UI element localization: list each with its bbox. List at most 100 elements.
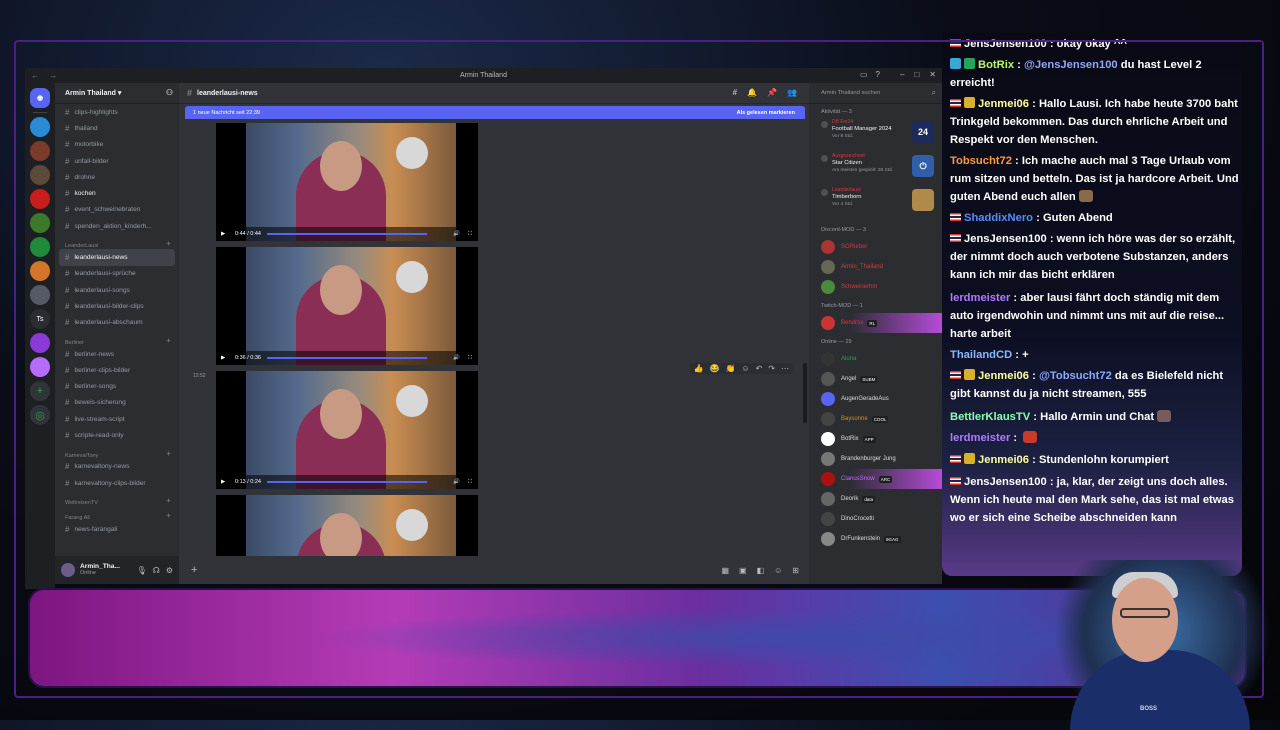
add-channel-icon[interactable]: +: [166, 449, 171, 458]
gift-icon[interactable]: ▦: [721, 566, 729, 575]
add-attachment-icon[interactable]: +: [191, 564, 197, 576]
channel-item[interactable]: # event_schweinebraten: [55, 202, 179, 218]
fullscreen-icon[interactable]: ⛶: [468, 355, 472, 362]
channel-item[interactable]: # spenden_aktion_kinderh...: [55, 218, 179, 234]
channel-item[interactable]: # berliner-news: [55, 346, 179, 362]
server-icon[interactable]: [30, 213, 50, 233]
channel-item[interactable]: # leanderlausi-sprüche: [55, 266, 179, 282]
add-reaction-icon[interactable]: ☺: [741, 364, 749, 373]
settings-gear-icon[interactable]: ⚙: [166, 566, 173, 575]
channel-item[interactable]: # karnevaltony-clips-bilder: [55, 475, 179, 491]
reaction-thumbsup-icon[interactable]: 👍: [694, 364, 704, 373]
progress-bar[interactable]: [267, 357, 427, 359]
notification-bell-icon[interactable]: 🔔: [747, 88, 757, 97]
member-item[interactable]: Baysonne COOL: [809, 409, 942, 429]
reply-icon[interactable]: ↶: [756, 364, 763, 373]
progress-bar[interactable]: [267, 233, 427, 235]
search-input[interactable]: Armin Thailand suchen ⌕: [809, 83, 942, 103]
minimize-button[interactable]: –: [900, 70, 904, 79]
add-channel-icon[interactable]: +: [166, 511, 171, 520]
server-icon[interactable]: [30, 333, 50, 353]
server-icon[interactable]: [30, 261, 50, 281]
sticker-icon[interactable]: ◧: [757, 566, 765, 575]
channel-item[interactable]: # leanderlausi-news: [59, 249, 175, 266]
member-item[interactable]: Bendrox RL: [809, 313, 942, 333]
avatar[interactable]: [61, 563, 75, 577]
maximize-button[interactable]: □: [914, 70, 919, 79]
channel-item[interactable]: # scripte-read-only: [55, 427, 179, 443]
server-icon[interactable]: Ts: [30, 309, 50, 329]
mark-read-button[interactable]: Als gelesen markieren: [737, 110, 795, 116]
server-icon[interactable]: [30, 357, 50, 377]
play-icon[interactable]: ▶: [221, 355, 229, 361]
scrollbar[interactable]: [803, 363, 807, 423]
add-channel-icon[interactable]: +: [166, 239, 171, 248]
help-icon[interactable]: ?: [876, 70, 880, 79]
member-item[interactable]: Schweinerhm: [809, 277, 942, 297]
server-header[interactable]: Armin Thailand ▾ ⚇: [55, 83, 179, 103]
server-icon[interactable]: [30, 141, 50, 161]
fullscreen-icon[interactable]: ⛶: [468, 479, 472, 486]
member-item[interactable]: Deorik data: [809, 489, 942, 509]
channel-category[interactable]: Farang All +: [55, 506, 179, 521]
reaction-laugh-icon[interactable]: 😂: [709, 364, 719, 373]
member-item[interactable]: SGRiebel: [809, 237, 942, 257]
gif-icon[interactable]: ▣: [739, 566, 747, 575]
channel-item[interactable]: # unfall-bilder: [55, 153, 179, 169]
member-item[interactable]: Angel SUBM: [809, 369, 942, 389]
member-item[interactable]: BotRix APP: [809, 429, 942, 449]
inbox-icon[interactable]: ▭: [860, 70, 868, 79]
channel-category[interactable]: Berliner +: [55, 331, 179, 346]
add-member-icon[interactable]: ⚇: [166, 88, 173, 97]
member-item[interactable]: Brandenburger Jung: [809, 449, 942, 469]
forward-icon[interactable]: ↷: [768, 364, 775, 373]
channel-item[interactable]: # thailand: [55, 120, 179, 136]
channel-item[interactable]: # drohne: [55, 169, 179, 185]
server-icon[interactable]: [30, 285, 50, 305]
add-channel-icon[interactable]: +: [166, 336, 171, 345]
channel-category[interactable]: LeanderLausi +: [55, 234, 179, 249]
channel-item[interactable]: # live-stream-script: [55, 411, 179, 427]
play-icon[interactable]: ▶: [221, 231, 229, 237]
channel-item[interactable]: # clips-highlights: [55, 104, 179, 120]
channel-category[interactable]: KarnevalTony +: [55, 444, 179, 459]
member-item[interactable]: AugenGeradeAus: [809, 389, 942, 409]
channel-item[interactable]: # berliner-clips-bilder: [55, 362, 179, 378]
server-icon[interactable]: [30, 237, 50, 257]
video-attachment[interactable]: ▶ 0:36 / 0:36 🔊 ⛶: [216, 247, 478, 365]
activity-card[interactable]: Ausgezeichnet Star Citizen Am meisten gesp…: [809, 153, 942, 187]
channel-item[interactable]: # beweis-sicherung: [55, 395, 179, 411]
pin-icon[interactable]: 📌: [767, 88, 777, 97]
headset-icon[interactable]: ☊: [153, 566, 160, 575]
channel-item[interactable]: # karnevaltony-news: [55, 459, 179, 475]
discord-home-icon[interactable]: ◉: [30, 88, 50, 108]
channel-item[interactable]: # kochen: [55, 185, 179, 201]
channel-category[interactable]: WeltreisenTV +: [55, 491, 179, 506]
new-messages-bar[interactable]: 1 neue Nachricht seit 22:39 Als gelesen …: [185, 106, 805, 119]
history-nav[interactable]: ← →: [31, 71, 61, 80]
member-item[interactable]: Aluna: [809, 349, 942, 369]
reaction-clap-icon[interactable]: 👏: [725, 364, 735, 373]
channel-item[interactable]: # berliner-songs: [55, 378, 179, 394]
channel-item[interactable]: # leanderlausi-songs: [55, 282, 179, 298]
close-button[interactable]: ✕: [929, 70, 936, 79]
channel-item[interactable]: # motorbike: [55, 137, 179, 153]
member-item[interactable]: Armin_Thailand: [809, 257, 942, 277]
member-item[interactable]: DrFunkenstein 9GAG: [809, 529, 942, 549]
volume-icon[interactable]: 🔊: [453, 479, 460, 486]
apps-icon[interactable]: ⊞: [792, 566, 799, 575]
play-icon[interactable]: ▶: [221, 479, 229, 485]
video-attachment[interactable]: ▶ 0:44 / 0:44 🔊 ⛶: [216, 123, 478, 241]
member-item[interactable]: ClanusSnow ARC: [809, 469, 942, 489]
emoji-icon[interactable]: ☺: [774, 566, 782, 575]
threads-icon[interactable]: #: [733, 88, 737, 97]
volume-icon[interactable]: 🔊: [453, 231, 460, 238]
add-server-icon[interactable]: +: [30, 381, 50, 401]
video-attachment[interactable]: ▶ 0:13 / 0:24 🔊 ⛶: [216, 371, 478, 489]
add-channel-icon[interactable]: +: [166, 496, 171, 505]
activity-card[interactable]: Leanderlausi Timberborn Vor 4 Std.: [809, 187, 942, 221]
server-icon[interactable]: [30, 117, 50, 137]
channel-item[interactable]: # leanderlausi-abschaum: [55, 315, 179, 331]
progress-bar[interactable]: [267, 481, 427, 483]
volume-icon[interactable]: 🔊: [453, 355, 460, 362]
